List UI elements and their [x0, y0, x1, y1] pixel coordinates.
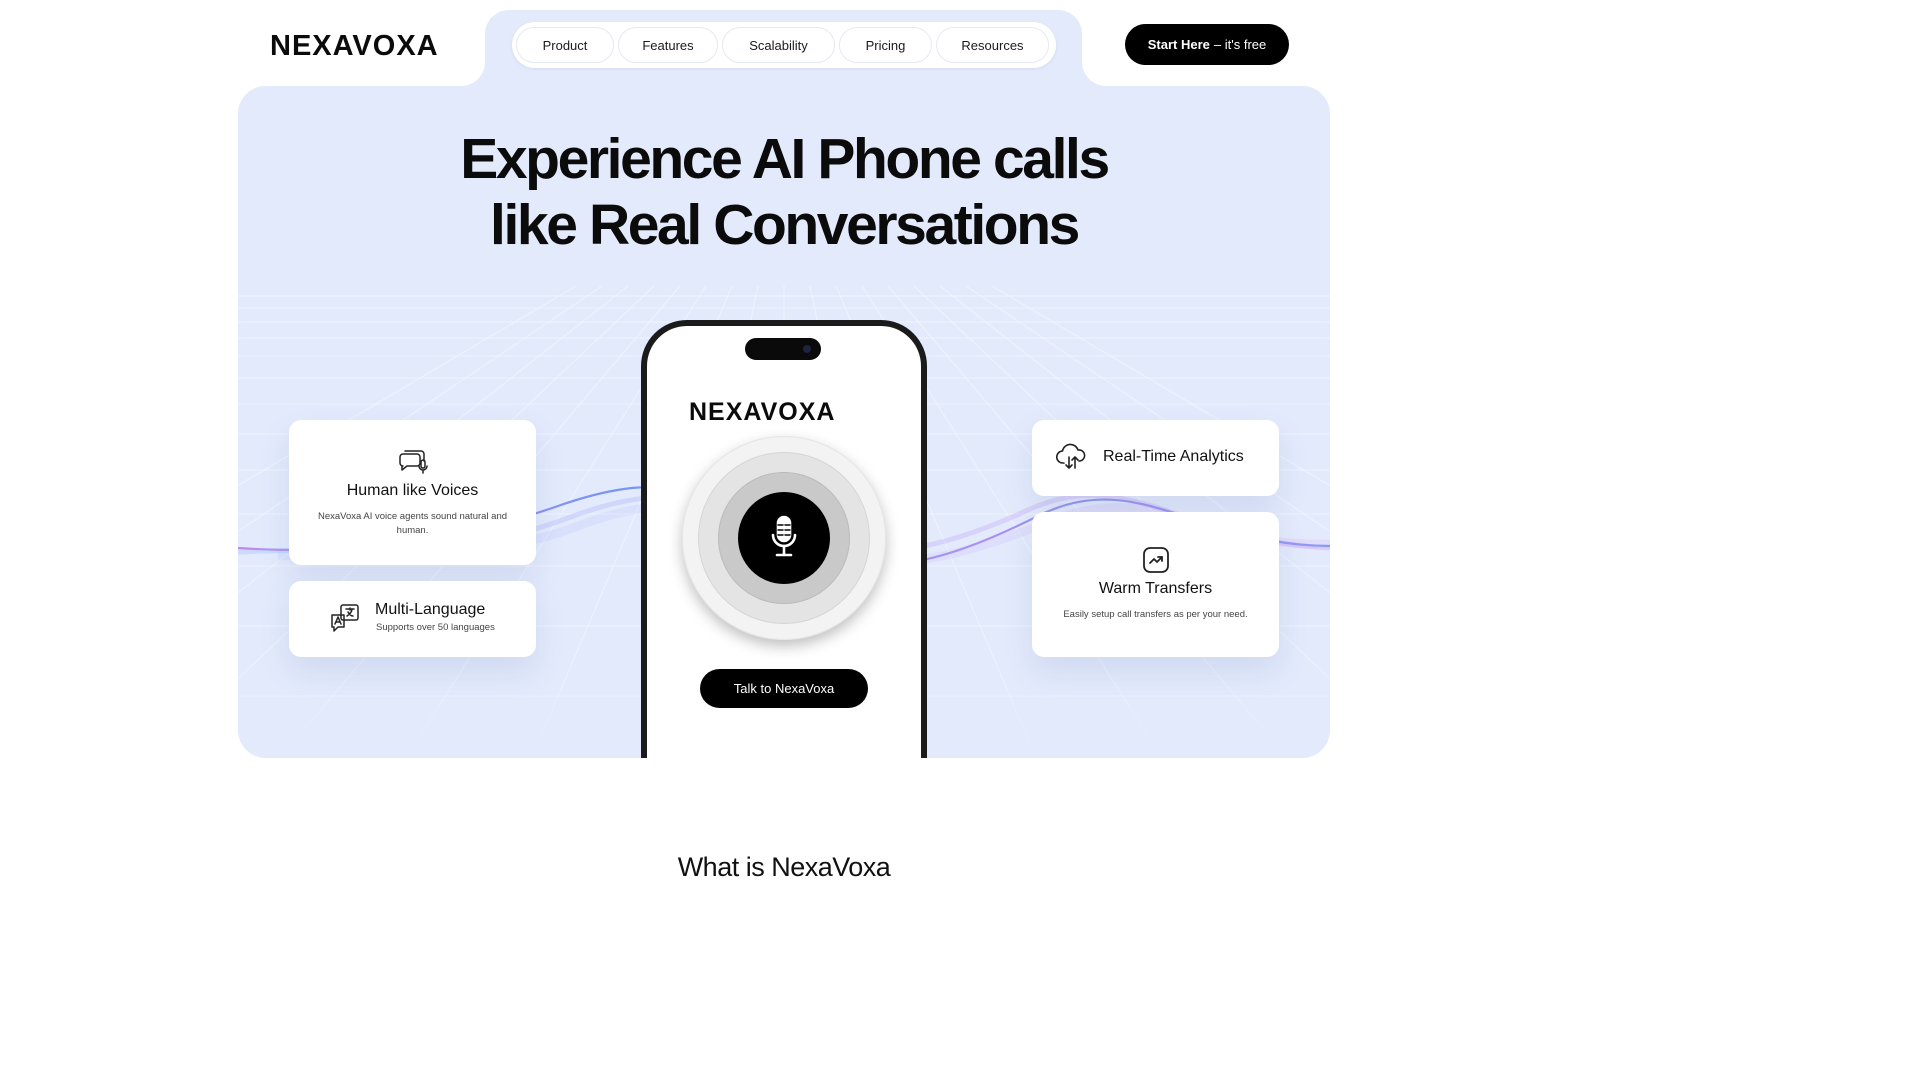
svg-text:NEXAVOXA: NEXAVOXA — [689, 398, 835, 424]
voice-chat-icon — [397, 448, 429, 481]
cloud-sync-icon — [1055, 443, 1088, 476]
nav-corner-left — [461, 62, 485, 86]
cta-strong-label: Start Here — [1147, 37, 1210, 52]
feature-card-language: Multi-Language Supports over 50 language… — [289, 581, 536, 657]
hero-title-line-2: like Real Conversations — [490, 193, 1080, 257]
nav-item-product[interactable]: Product — [516, 27, 614, 63]
feature-transfers-desc: Easily setup call transfers as per your … — [1063, 609, 1248, 620]
nav-item-features[interactable]: Features — [618, 27, 718, 63]
nav-item-scalability[interactable]: Scalability — [722, 27, 835, 63]
brand-logo[interactable]: NEXAVOXA — [270, 30, 468, 60]
feature-card-transfers: Warm Transfers Easily setup call transfe… — [1032, 512, 1279, 657]
hero-title: Experience AI Phone calls like Real Conv… — [238, 126, 1330, 258]
nav-item-pricing[interactable]: Pricing — [839, 27, 932, 63]
feature-transfers-title: Warm Transfers — [1098, 580, 1213, 597]
phone-screen: NEXAVOXA Talk to NexaVoxa — [647, 326, 921, 758]
feature-language-title: Multi-Language — [375, 601, 486, 618]
feature-card-analytics: Real-Time Analytics — [1032, 420, 1279, 496]
dynamic-island — [745, 338, 821, 360]
section-title-what-is: What is NexaVoxa — [677, 852, 891, 882]
phone-brand-logo: NEXAVOXA — [689, 398, 881, 429]
trend-up-icon — [1142, 546, 1170, 579]
talk-to-nexavoxa-button[interactable]: Talk to NexaVoxa — [700, 669, 868, 708]
feature-analytics-title: Real-Time Analytics — [1103, 448, 1244, 465]
hero-title-line-1: Experience AI Phone calls — [460, 127, 1110, 191]
microphone-button[interactable] — [738, 492, 830, 584]
start-here-button[interactable]: Start Here – it's free — [1125, 24, 1289, 65]
hero-section: Experience AI Phone calls like Real Conv… — [238, 86, 1330, 758]
nav-corner-right — [1082, 62, 1106, 86]
feature-language-desc: Supports over 50 languages — [376, 622, 495, 633]
cta-light-label: – it's free — [1213, 37, 1267, 52]
main-nav: Product Features Scalability Pricing Res… — [512, 22, 1056, 68]
svg-text:NEXAVOXA: NEXAVOXA — [270, 30, 439, 60]
feature-voices-title: Human like Voices — [346, 482, 479, 499]
translate-icon — [329, 603, 361, 640]
feature-voices-desc: NexaVoxa AI voice agents sound natural a… — [317, 511, 508, 536]
microphone-icon — [769, 515, 799, 562]
nav-item-resources[interactable]: Resources — [936, 27, 1049, 63]
phone-mockup: NEXAVOXA Talk to NexaVoxa — [641, 320, 927, 758]
feature-card-voices: Human like Voices NexaVoxa AI voice agen… — [289, 420, 536, 565]
